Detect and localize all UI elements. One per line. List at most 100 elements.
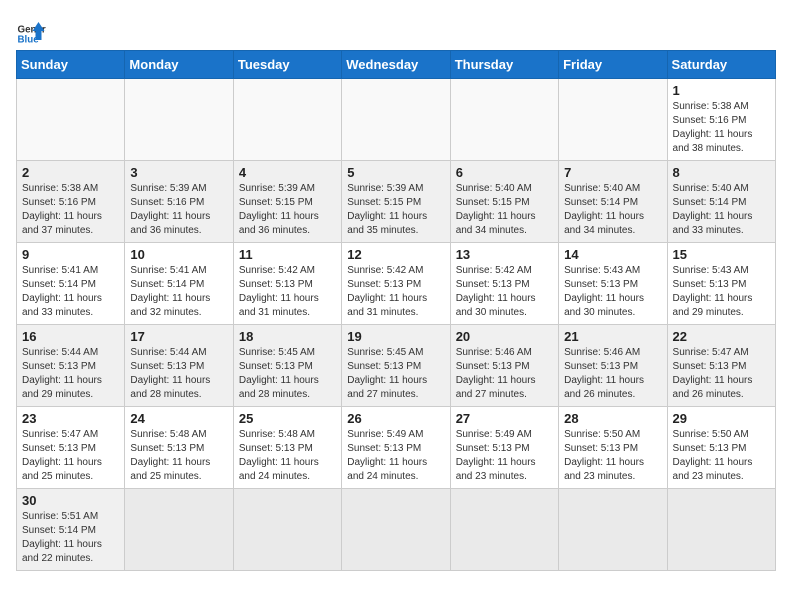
calendar-cell: 18Sunrise: 5:45 AM Sunset: 5:13 PM Dayli… [233,325,341,407]
calendar-cell: 16 Sunrise: 5:44 AM Sunset: 5:13 PM Dayli… [17,325,125,407]
calendar-week-row: 23 Sunrise: 5:47 AM Sunset: 5:13 PM Dayli… [17,407,776,489]
day-number: 26 [347,411,444,426]
day-number: 17 [130,329,227,344]
calendar-cell [667,489,775,571]
day-info: Sunrise: 5:42 AM Sunset: 5:13 PM Dayligh… [239,264,336,320]
day-number: 8 [673,165,770,180]
day-number: 1 [673,83,770,98]
calendar-cell: 2 Sunrise: 5:38 AM Sunset: 5:16 PM Daylig… [17,161,125,243]
day-number: 25 [239,411,336,426]
page-header: General Blue [16,16,776,46]
day-info: Sunrise: 5:47 AM Sunset: 5:13 PM Dayligh… [22,428,119,484]
calendar-cell: 12Sunrise: 5:42 AM Sunset: 5:13 PM Dayli… [342,243,450,325]
day-number: 21 [564,329,661,344]
day-info: Sunrise: 5:38 AM Sunset: 5:16 PM Dayligh… [22,182,119,238]
day-number: 7 [564,165,661,180]
weekday-header-wednesday: Wednesday [342,51,450,79]
calendar-cell: 10 Sunrise: 5:41 AM Sunset: 5:14 PM Dayli… [125,243,233,325]
day-info: Sunrise: 5:44 AM Sunset: 5:13 PM Dayligh… [22,346,119,402]
calendar-cell: 13 Sunrise: 5:42 AM Sunset: 5:13 PM Dayli… [450,243,558,325]
day-number: 24 [130,411,227,426]
calendar-cell [559,489,667,571]
calendar-cell [559,79,667,161]
day-info: Sunrise: 5:46 AM Sunset: 5:13 PM Dayligh… [564,346,661,402]
day-info: Sunrise: 5:38 AM Sunset: 5:16 PM Dayligh… [673,100,770,156]
day-info: Sunrise: 5:50 AM Sunset: 5:13 PM Dayligh… [673,428,770,484]
day-info: Sunrise: 5:41 AM Sunset: 5:14 PM Dayligh… [22,264,119,320]
calendar-cell: 30 Sunrise: 5:51 AM Sunset: 5:14 PM Dayli… [17,489,125,571]
calendar-cell [17,79,125,161]
calendar-cell: 6Sunrise: 5:40 AM Sunset: 5:15 PM Daylig… [450,161,558,243]
calendar-table: SundayMondayTuesdayWednesdayThursdayFrid… [16,50,776,571]
day-number: 22 [673,329,770,344]
day-info: Sunrise: 5:49 AM Sunset: 5:13 PM Dayligh… [347,428,444,484]
calendar-header-row: SundayMondayTuesdayWednesdayThursdayFrid… [17,51,776,79]
weekday-header-friday: Friday [559,51,667,79]
day-number: 27 [456,411,553,426]
day-number: 28 [564,411,661,426]
calendar-cell: 20 Sunrise: 5:46 AM Sunset: 5:13 PM Dayli… [450,325,558,407]
weekday-header-saturday: Saturday [667,51,775,79]
day-number: 9 [22,247,119,262]
day-info: Sunrise: 5:46 AM Sunset: 5:13 PM Dayligh… [456,346,553,402]
calendar-cell: 14Sunrise: 5:43 AM Sunset: 5:13 PM Dayli… [559,243,667,325]
calendar-cell: 4 Sunrise: 5:39 AM Sunset: 5:15 PM Daylig… [233,161,341,243]
day-info: Sunrise: 5:39 AM Sunset: 5:15 PM Dayligh… [239,182,336,238]
calendar-week-row: 16 Sunrise: 5:44 AM Sunset: 5:13 PM Dayli… [17,325,776,407]
day-info: Sunrise: 5:42 AM Sunset: 5:13 PM Dayligh… [456,264,553,320]
calendar-cell: 11 Sunrise: 5:42 AM Sunset: 5:13 PM Dayli… [233,243,341,325]
day-number: 19 [347,329,444,344]
calendar-cell: 27Sunrise: 5:49 AM Sunset: 5:13 PM Dayli… [450,407,558,489]
calendar-cell: 23 Sunrise: 5:47 AM Sunset: 5:13 PM Dayli… [17,407,125,489]
day-number: 3 [130,165,227,180]
calendar-cell [125,79,233,161]
day-info: Sunrise: 5:45 AM Sunset: 5:13 PM Dayligh… [347,346,444,402]
calendar-cell: 22 Sunrise: 5:47 AM Sunset: 5:13 PM Dayli… [667,325,775,407]
day-number: 23 [22,411,119,426]
day-number: 2 [22,165,119,180]
day-info: Sunrise: 5:48 AM Sunset: 5:13 PM Dayligh… [239,428,336,484]
calendar-cell: 15Sunrise: 5:43 AM Sunset: 5:13 PM Dayli… [667,243,775,325]
day-info: Sunrise: 5:40 AM Sunset: 5:14 PM Dayligh… [673,182,770,238]
calendar-cell: 5 Sunrise: 5:39 AM Sunset: 5:15 PM Daylig… [342,161,450,243]
day-number: 10 [130,247,227,262]
day-info: Sunrise: 5:43 AM Sunset: 5:13 PM Dayligh… [564,264,661,320]
calendar-cell: 26 Sunrise: 5:49 AM Sunset: 5:13 PM Dayli… [342,407,450,489]
day-info: Sunrise: 5:40 AM Sunset: 5:15 PM Dayligh… [456,182,553,238]
calendar-cell: 24Sunrise: 5:48 AM Sunset: 5:13 PM Dayli… [125,407,233,489]
day-info: Sunrise: 5:44 AM Sunset: 5:13 PM Dayligh… [130,346,227,402]
day-info: Sunrise: 5:43 AM Sunset: 5:13 PM Dayligh… [673,264,770,320]
day-number: 5 [347,165,444,180]
calendar-week-row: 30 Sunrise: 5:51 AM Sunset: 5:14 PM Dayli… [17,489,776,571]
calendar-cell [233,79,341,161]
calendar-cell: 3Sunrise: 5:39 AM Sunset: 5:16 PM Daylig… [125,161,233,243]
day-number: 4 [239,165,336,180]
calendar-week-row: 9 Sunrise: 5:41 AM Sunset: 5:14 PM Daylig… [17,243,776,325]
calendar-cell [450,489,558,571]
day-info: Sunrise: 5:47 AM Sunset: 5:13 PM Dayligh… [673,346,770,402]
calendar-cell: 7 Sunrise: 5:40 AM Sunset: 5:14 PM Daylig… [559,161,667,243]
day-number: 13 [456,247,553,262]
calendar-cell [450,79,558,161]
day-info: Sunrise: 5:41 AM Sunset: 5:14 PM Dayligh… [130,264,227,320]
day-info: Sunrise: 5:40 AM Sunset: 5:14 PM Dayligh… [564,182,661,238]
calendar-cell: 29Sunrise: 5:50 AM Sunset: 5:13 PM Dayli… [667,407,775,489]
day-info: Sunrise: 5:39 AM Sunset: 5:15 PM Dayligh… [347,182,444,238]
calendar-cell [342,79,450,161]
day-number: 20 [456,329,553,344]
calendar-cell [342,489,450,571]
calendar-week-row: 1 Sunrise: 5:38 AM Sunset: 5:16 PM Daylig… [17,79,776,161]
day-number: 30 [22,493,119,508]
day-info: Sunrise: 5:51 AM Sunset: 5:14 PM Dayligh… [22,510,119,566]
calendar-cell: 28 Sunrise: 5:50 AM Sunset: 5:13 PM Dayli… [559,407,667,489]
calendar-cell: 25 Sunrise: 5:48 AM Sunset: 5:13 PM Dayli… [233,407,341,489]
weekday-header-monday: Monday [125,51,233,79]
day-number: 11 [239,247,336,262]
calendar-cell: 9 Sunrise: 5:41 AM Sunset: 5:14 PM Daylig… [17,243,125,325]
logo: General Blue [16,16,50,46]
weekday-header-tuesday: Tuesday [233,51,341,79]
day-info: Sunrise: 5:50 AM Sunset: 5:13 PM Dayligh… [564,428,661,484]
calendar-cell: 19 Sunrise: 5:45 AM Sunset: 5:13 PM Dayli… [342,325,450,407]
day-number: 12 [347,247,444,262]
day-number: 16 [22,329,119,344]
